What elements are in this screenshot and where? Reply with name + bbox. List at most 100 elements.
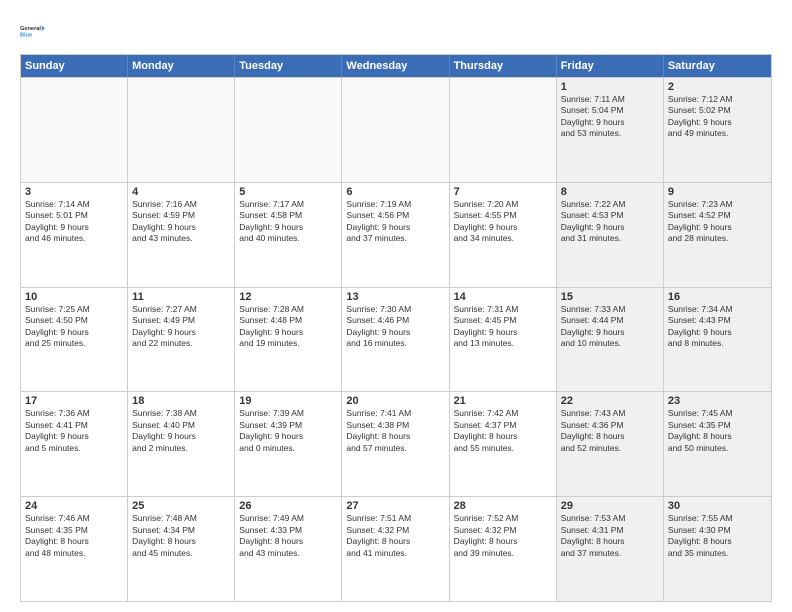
- table-row: 28Sunrise: 7:52 AMSunset: 4:32 PMDayligh…: [450, 497, 557, 601]
- day-number: 8: [561, 186, 659, 198]
- day-number: 23: [668, 395, 767, 407]
- table-row: [235, 78, 342, 182]
- day-info: Sunrise: 7:23 AMSunset: 4:52 PMDaylight:…: [668, 199, 767, 245]
- day-number: 25: [132, 500, 230, 512]
- day-number: 14: [454, 291, 552, 303]
- day-info: Sunrise: 7:46 AMSunset: 4:35 PMDaylight:…: [25, 513, 123, 559]
- table-row: [128, 78, 235, 182]
- day-number: 10: [25, 291, 123, 303]
- day-number: 27: [346, 500, 444, 512]
- day-info: Sunrise: 7:20 AMSunset: 4:55 PMDaylight:…: [454, 199, 552, 245]
- table-row: 22Sunrise: 7:43 AMSunset: 4:36 PMDayligh…: [557, 392, 664, 496]
- table-row: 23Sunrise: 7:45 AMSunset: 4:35 PMDayligh…: [664, 392, 771, 496]
- day-header-tuesday: Tuesday: [235, 55, 342, 77]
- header: GeneralBlue: [20, 16, 772, 46]
- table-row: 13Sunrise: 7:30 AMSunset: 4:46 PMDayligh…: [342, 288, 449, 392]
- logo-icon: GeneralBlue: [20, 16, 50, 46]
- table-row: 27Sunrise: 7:51 AMSunset: 4:32 PMDayligh…: [342, 497, 449, 601]
- day-info: Sunrise: 7:39 AMSunset: 4:39 PMDaylight:…: [239, 408, 337, 454]
- table-row: 6Sunrise: 7:19 AMSunset: 4:56 PMDaylight…: [342, 183, 449, 287]
- day-number: 18: [132, 395, 230, 407]
- calendar: SundayMondayTuesdayWednesdayThursdayFrid…: [20, 54, 772, 602]
- day-info: Sunrise: 7:53 AMSunset: 4:31 PMDaylight:…: [561, 513, 659, 559]
- day-number: 19: [239, 395, 337, 407]
- day-info: Sunrise: 7:43 AMSunset: 4:36 PMDaylight:…: [561, 408, 659, 454]
- day-info: Sunrise: 7:16 AMSunset: 4:59 PMDaylight:…: [132, 199, 230, 245]
- day-info: Sunrise: 7:17 AMSunset: 4:58 PMDaylight:…: [239, 199, 337, 245]
- table-row: [450, 78, 557, 182]
- table-row: 8Sunrise: 7:22 AMSunset: 4:53 PMDaylight…: [557, 183, 664, 287]
- day-number: 11: [132, 291, 230, 303]
- day-info: Sunrise: 7:25 AMSunset: 4:50 PMDaylight:…: [25, 304, 123, 350]
- calendar-body: 1Sunrise: 7:11 AMSunset: 5:04 PMDaylight…: [21, 77, 771, 601]
- day-header-thursday: Thursday: [450, 55, 557, 77]
- calendar-row-0: 1Sunrise: 7:11 AMSunset: 5:04 PMDaylight…: [21, 77, 771, 182]
- table-row: 21Sunrise: 7:42 AMSunset: 4:37 PMDayligh…: [450, 392, 557, 496]
- table-row: 9Sunrise: 7:23 AMSunset: 4:52 PMDaylight…: [664, 183, 771, 287]
- day-header-sunday: Sunday: [21, 55, 128, 77]
- day-info: Sunrise: 7:34 AMSunset: 4:43 PMDaylight:…: [668, 304, 767, 350]
- day-number: 24: [25, 500, 123, 512]
- table-row: 3Sunrise: 7:14 AMSunset: 5:01 PMDaylight…: [21, 183, 128, 287]
- table-row: 25Sunrise: 7:48 AMSunset: 4:34 PMDayligh…: [128, 497, 235, 601]
- svg-text:Blue: Blue: [20, 33, 32, 39]
- day-info: Sunrise: 7:48 AMSunset: 4:34 PMDaylight:…: [132, 513, 230, 559]
- table-row: 26Sunrise: 7:49 AMSunset: 4:33 PMDayligh…: [235, 497, 342, 601]
- day-number: 9: [668, 186, 767, 198]
- page: GeneralBlue SundayMondayTuesdayWednesday…: [0, 0, 792, 612]
- table-row: 29Sunrise: 7:53 AMSunset: 4:31 PMDayligh…: [557, 497, 664, 601]
- table-row: 24Sunrise: 7:46 AMSunset: 4:35 PMDayligh…: [21, 497, 128, 601]
- day-number: 6: [346, 186, 444, 198]
- table-row: 10Sunrise: 7:25 AMSunset: 4:50 PMDayligh…: [21, 288, 128, 392]
- day-number: 1: [561, 81, 659, 93]
- day-info: Sunrise: 7:55 AMSunset: 4:30 PMDaylight:…: [668, 513, 767, 559]
- table-row: [342, 78, 449, 182]
- calendar-row-3: 17Sunrise: 7:36 AMSunset: 4:41 PMDayligh…: [21, 391, 771, 496]
- calendar-row-2: 10Sunrise: 7:25 AMSunset: 4:50 PMDayligh…: [21, 287, 771, 392]
- day-info: Sunrise: 7:45 AMSunset: 4:35 PMDaylight:…: [668, 408, 767, 454]
- table-row: 1Sunrise: 7:11 AMSunset: 5:04 PMDaylight…: [557, 78, 664, 182]
- day-header-wednesday: Wednesday: [342, 55, 449, 77]
- day-number: 12: [239, 291, 337, 303]
- day-header-saturday: Saturday: [664, 55, 771, 77]
- day-info: Sunrise: 7:14 AMSunset: 5:01 PMDaylight:…: [25, 199, 123, 245]
- table-row: 15Sunrise: 7:33 AMSunset: 4:44 PMDayligh…: [557, 288, 664, 392]
- svg-text:General: General: [20, 26, 41, 32]
- day-info: Sunrise: 7:41 AMSunset: 4:38 PMDaylight:…: [346, 408, 444, 454]
- table-row: 2Sunrise: 7:12 AMSunset: 5:02 PMDaylight…: [664, 78, 771, 182]
- day-info: Sunrise: 7:31 AMSunset: 4:45 PMDaylight:…: [454, 304, 552, 350]
- day-info: Sunrise: 7:12 AMSunset: 5:02 PMDaylight:…: [668, 94, 767, 140]
- day-number: 17: [25, 395, 123, 407]
- table-row: 18Sunrise: 7:38 AMSunset: 4:40 PMDayligh…: [128, 392, 235, 496]
- table-row: [21, 78, 128, 182]
- day-number: 16: [668, 291, 767, 303]
- table-row: 4Sunrise: 7:16 AMSunset: 4:59 PMDaylight…: [128, 183, 235, 287]
- table-row: 19Sunrise: 7:39 AMSunset: 4:39 PMDayligh…: [235, 392, 342, 496]
- day-info: Sunrise: 7:30 AMSunset: 4:46 PMDaylight:…: [346, 304, 444, 350]
- logo: GeneralBlue: [20, 16, 50, 46]
- day-header-monday: Monday: [128, 55, 235, 77]
- day-number: 7: [454, 186, 552, 198]
- day-number: 30: [668, 500, 767, 512]
- day-info: Sunrise: 7:28 AMSunset: 4:48 PMDaylight:…: [239, 304, 337, 350]
- day-number: 13: [346, 291, 444, 303]
- table-row: 14Sunrise: 7:31 AMSunset: 4:45 PMDayligh…: [450, 288, 557, 392]
- day-number: 21: [454, 395, 552, 407]
- table-row: 7Sunrise: 7:20 AMSunset: 4:55 PMDaylight…: [450, 183, 557, 287]
- day-info: Sunrise: 7:11 AMSunset: 5:04 PMDaylight:…: [561, 94, 659, 140]
- day-info: Sunrise: 7:19 AMSunset: 4:56 PMDaylight:…: [346, 199, 444, 245]
- table-row: 30Sunrise: 7:55 AMSunset: 4:30 PMDayligh…: [664, 497, 771, 601]
- day-info: Sunrise: 7:51 AMSunset: 4:32 PMDaylight:…: [346, 513, 444, 559]
- table-row: 5Sunrise: 7:17 AMSunset: 4:58 PMDaylight…: [235, 183, 342, 287]
- day-number: 28: [454, 500, 552, 512]
- day-info: Sunrise: 7:49 AMSunset: 4:33 PMDaylight:…: [239, 513, 337, 559]
- calendar-row-1: 3Sunrise: 7:14 AMSunset: 5:01 PMDaylight…: [21, 182, 771, 287]
- table-row: 16Sunrise: 7:34 AMSunset: 4:43 PMDayligh…: [664, 288, 771, 392]
- table-row: 17Sunrise: 7:36 AMSunset: 4:41 PMDayligh…: [21, 392, 128, 496]
- day-info: Sunrise: 7:27 AMSunset: 4:49 PMDaylight:…: [132, 304, 230, 350]
- day-header-friday: Friday: [557, 55, 664, 77]
- day-number: 3: [25, 186, 123, 198]
- day-number: 4: [132, 186, 230, 198]
- day-info: Sunrise: 7:22 AMSunset: 4:53 PMDaylight:…: [561, 199, 659, 245]
- day-info: Sunrise: 7:52 AMSunset: 4:32 PMDaylight:…: [454, 513, 552, 559]
